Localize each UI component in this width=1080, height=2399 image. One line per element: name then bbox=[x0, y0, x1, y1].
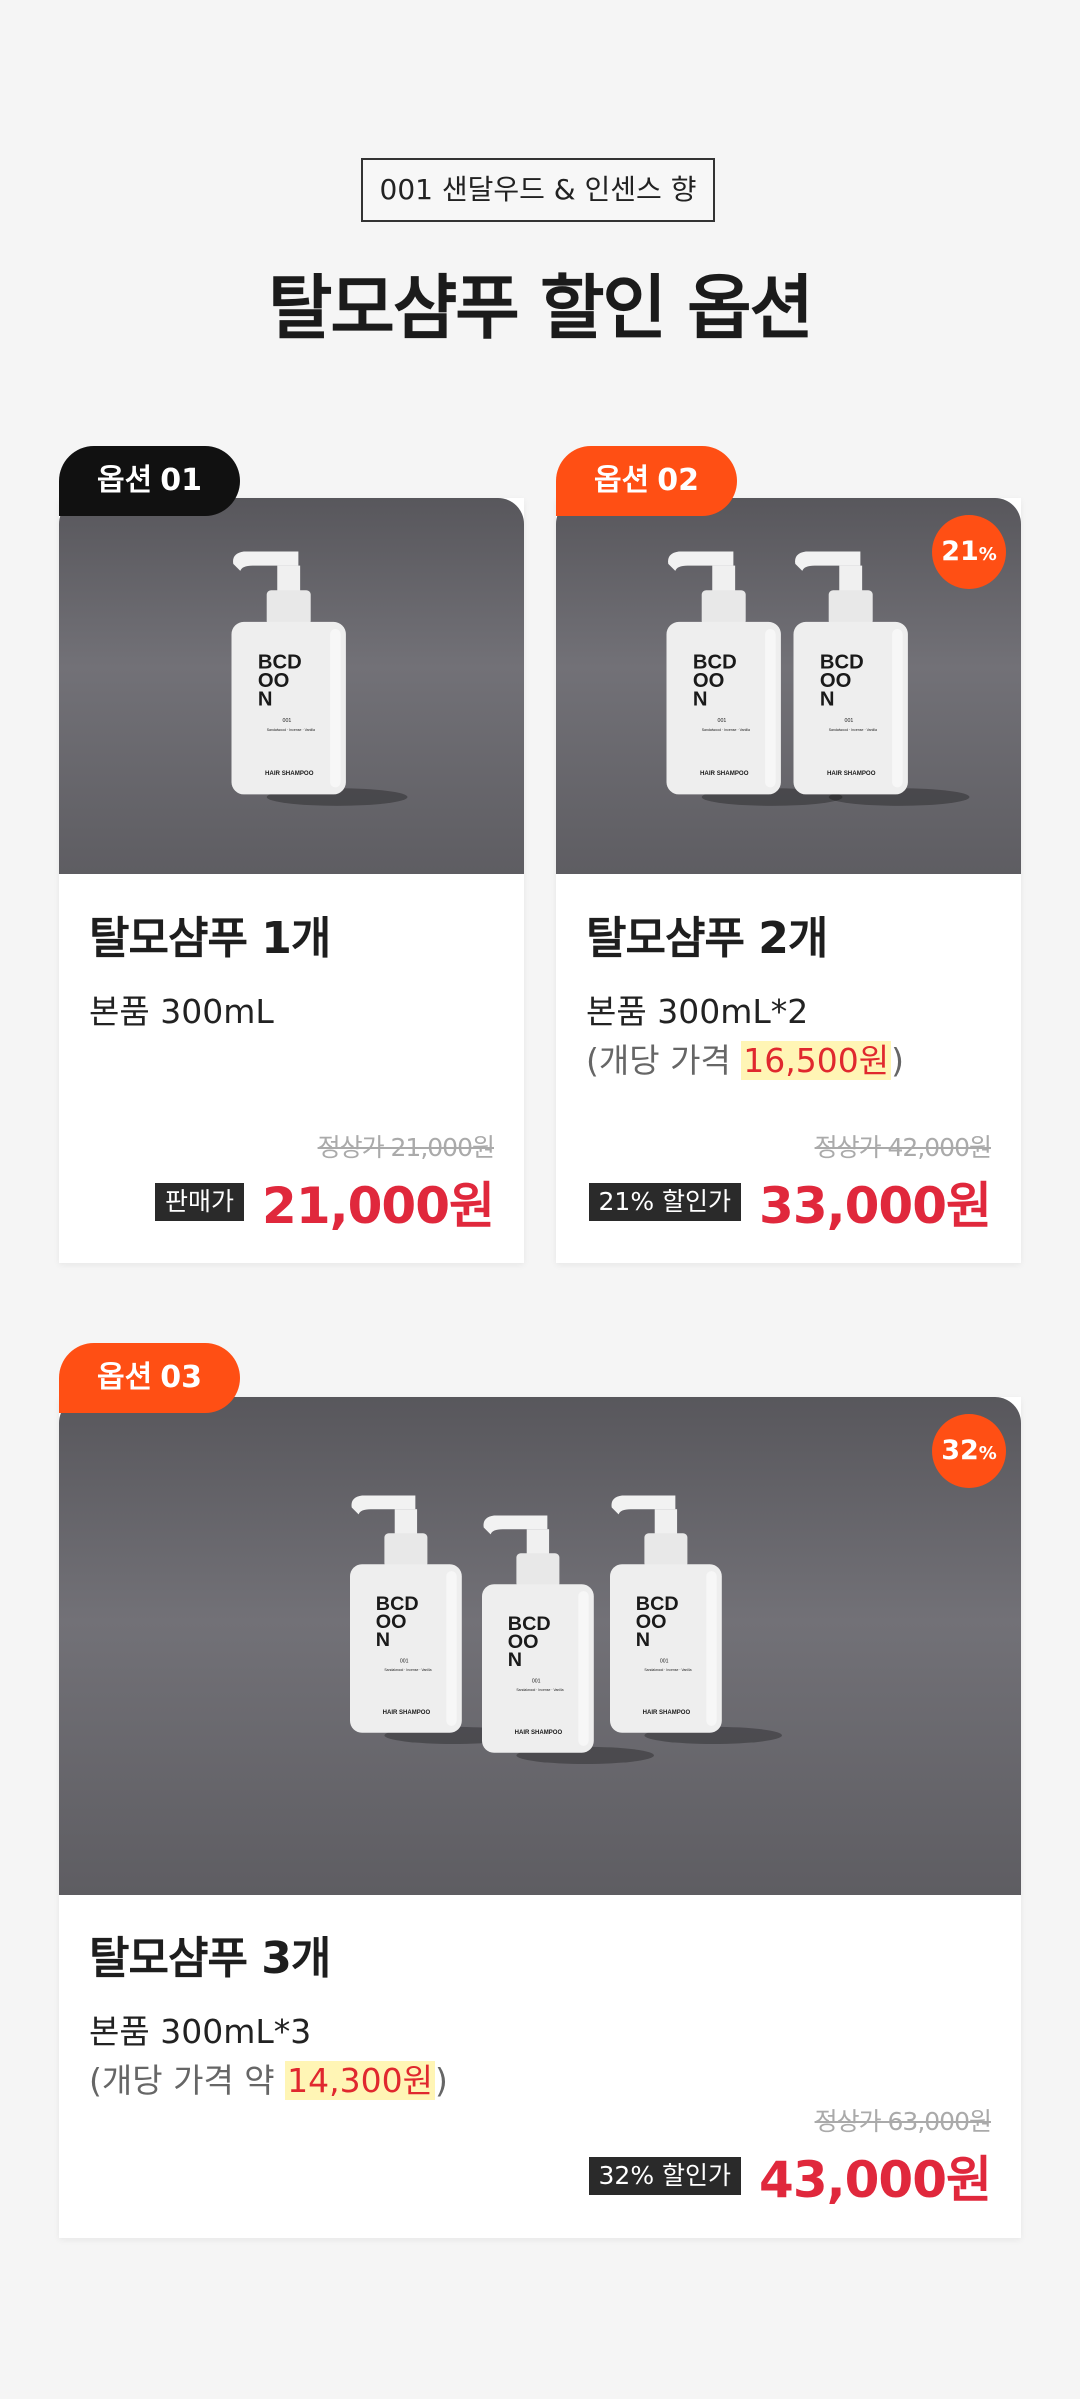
bottle-label: HAIR SHAMPOO bbox=[515, 1730, 563, 1736]
unit-price-line: (개당 가격 약 14,300원) bbox=[89, 2054, 448, 2102]
bottle-code: 001 bbox=[660, 1658, 669, 1664]
regular-price: 정상가 21,000원 bbox=[317, 1133, 495, 1162]
product-image-3: BCD OO N 001 Sandalwood · Incense · Vanilla H… bbox=[59, 1397, 1021, 1895]
shampoo-bottle: BCDOON001Sandalwood · Incense · VanillaH… bbox=[231, 551, 408, 806]
option-card-1[interactable]: BCD OO N 001 Sandalwood · Incense · Vanilla H… bbox=[59, 498, 524, 1263]
sale-line: 32% 할인가 43,000원 bbox=[588, 2140, 992, 2212]
discount-badge: 21% bbox=[932, 515, 1006, 589]
sale-line: 판매가 21,000원 bbox=[155, 1166, 495, 1238]
bottle-label: HAIR SHAMPOO bbox=[643, 1710, 691, 1716]
sale-label: 판매가 bbox=[155, 1183, 245, 1221]
unit-suffix: ) bbox=[434, 2061, 448, 2100]
sale-label: 21% 할인가 bbox=[588, 1183, 742, 1221]
brand-mark: N bbox=[508, 1649, 522, 1671]
bottle-label: HAIR SHAMPOO bbox=[265, 770, 314, 777]
bottle-notes: Sandalwood · Incense · Vanilla bbox=[829, 728, 877, 732]
brand-mark: N bbox=[820, 689, 835, 711]
product-spec: 본품 300mL bbox=[89, 992, 274, 1031]
bottle-label: HAIR SHAMPOO bbox=[827, 770, 876, 777]
option-card-2[interactable]: BCD OO N 001 Sandalwood · Incense · Vanilla H… bbox=[556, 498, 1021, 1263]
tab-word: 옵션 bbox=[594, 463, 650, 498]
product-spec: 본품 300mL*3 bbox=[89, 2012, 312, 2051]
sale-label: 32% 할인가 bbox=[588, 2157, 742, 2195]
unit-price-line: (개당 가격 16,500원) bbox=[586, 1034, 904, 1082]
discount-number: 32 bbox=[941, 1435, 979, 1466]
unit-price: 16,500원 bbox=[741, 1041, 892, 1080]
discount-percent: % bbox=[978, 544, 997, 565]
bottle-group-1: BCDOON001Sandalwood · Incense · VanillaH… bbox=[231, 551, 408, 806]
sale-price: 21,000원 bbox=[262, 1177, 495, 1235]
shampoo-bottle: BCDOON001Sandalwood · Incense · VanillaH… bbox=[610, 1495, 782, 1744]
sale-price: 33,000원 bbox=[759, 1177, 992, 1235]
tab-word: 옵션 bbox=[97, 463, 153, 498]
bottle-code: 001 bbox=[718, 718, 727, 724]
bottle-notes: Sandalwood · Incense · Vanilla bbox=[267, 728, 315, 732]
bottle-code: 001 bbox=[400, 1658, 409, 1664]
bottle-notes: Sandalwood · Incense · Vanilla bbox=[702, 728, 750, 732]
bottle-notes: Sandalwood · Incense · Vanilla bbox=[644, 1668, 691, 1672]
unit-prefix: (개당 가격 bbox=[586, 1041, 742, 1080]
tab-option-03: 옵션 03 bbox=[59, 1343, 240, 1413]
bottle-label: HAIR SHAMPOO bbox=[383, 1710, 431, 1716]
tab-option-02: 옵션 02 bbox=[556, 446, 737, 516]
unit-prefix: (개당 가격 약 bbox=[89, 2061, 286, 2100]
brand-mark: N bbox=[636, 1629, 650, 1651]
discount-percent: % bbox=[978, 1443, 997, 1464]
product-name: 탈모샴푸 1개 bbox=[89, 913, 331, 964]
scent-tag: 001 샌달우드 & 인센스 향 bbox=[361, 158, 715, 222]
brand-mark: N bbox=[693, 689, 708, 711]
product-name: 탈모샴푸 2개 bbox=[586, 913, 828, 964]
page-title: 탈모샴푸 할인 옵션 bbox=[268, 267, 814, 349]
unit-suffix: ) bbox=[891, 1041, 904, 1080]
bottle-notes: Sandalwood · Incense · Vanilla bbox=[516, 1688, 563, 1692]
regular-price: 정상가 63,000원 bbox=[814, 2107, 992, 2136]
bottle-code: 001 bbox=[532, 1678, 541, 1684]
sale-line: 21% 할인가 33,000원 bbox=[588, 1166, 992, 1238]
sale-price: 43,000원 bbox=[759, 2151, 992, 2209]
unit-price: 14,300원 bbox=[285, 2061, 435, 2100]
tab-number: 01 bbox=[160, 463, 202, 498]
brand-mark: N bbox=[376, 1629, 390, 1651]
tab-number: 02 bbox=[657, 463, 699, 498]
bottle-group-3: BCDOON001Sandalwood · Incense · VanillaH… bbox=[350, 1495, 782, 1764]
shampoo-bottle: BCDOON001Sandalwood · Incense · VanillaH… bbox=[793, 551, 970, 806]
brand-mark: N bbox=[258, 689, 273, 711]
bottle-notes: Sandalwood · Incense · Vanilla bbox=[384, 1668, 431, 1672]
product-name: 탈모샴푸 3개 bbox=[89, 1933, 331, 1984]
regular-price: 정상가 42,000원 bbox=[814, 1133, 992, 1162]
bottle-code: 001 bbox=[845, 718, 854, 724]
option-card-3[interactable]: BCD OO N 001 Sandalwood · Incense · Vanilla H… bbox=[59, 1397, 1021, 2238]
bottle-label: HAIR SHAMPOO bbox=[700, 770, 749, 777]
tab-word: 옵션 bbox=[97, 1360, 153, 1395]
bottle-code: 001 bbox=[283, 718, 292, 724]
product-spec: 본품 300mL*2 bbox=[586, 992, 809, 1031]
tab-option-01: 옵션 01 bbox=[59, 446, 240, 516]
discount-number: 21 bbox=[941, 536, 979, 567]
product-image-1: BCD OO N 001 Sandalwood · Incense · Vanilla H… bbox=[59, 498, 524, 874]
tab-number: 03 bbox=[160, 1360, 202, 1395]
discount-badge: 32% bbox=[932, 1414, 1006, 1488]
